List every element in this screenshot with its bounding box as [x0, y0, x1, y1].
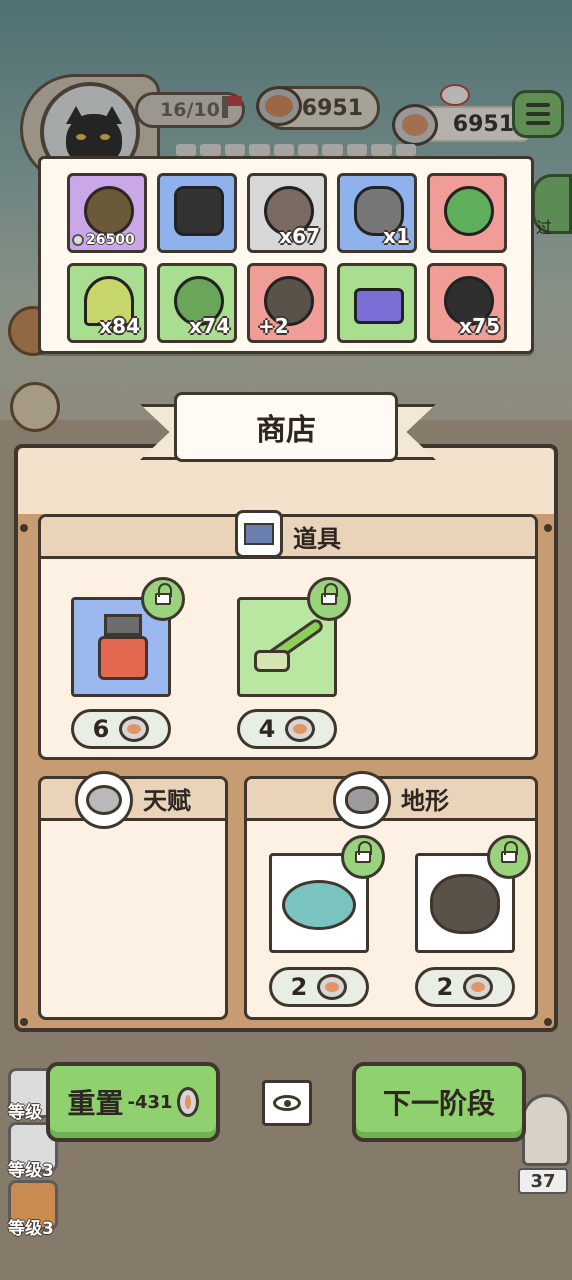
raccoon-icon [75, 770, 133, 829]
reset-button[interactable]: 重置 -431 [46, 1062, 220, 1142]
inventory-grid: 26500 x67 x1 x84 x74 +2 x75 [67, 173, 509, 343]
price-brush[interactable]: 4 [237, 709, 337, 749]
brush-bristles-icon [254, 650, 290, 672]
level-label: 等级 [8, 1103, 42, 1123]
slot-count: x75 [459, 314, 500, 338]
rock-icon [430, 874, 500, 934]
price-rock[interactable]: 2 [415, 967, 515, 1007]
tools-section: 道具 6 4 [38, 509, 538, 760]
unlock-icon[interactable] [141, 577, 185, 621]
shop-title: 商店 [174, 392, 398, 462]
nail-icon [20, 1018, 28, 1026]
inventory-slot-film-reel[interactable]: 26500 [67, 173, 147, 253]
grinder-top-icon [104, 614, 142, 636]
next-stage-label: 下一阶段 [382, 1087, 495, 1120]
talent-section: 天赋 [38, 770, 228, 1020]
can-icon [119, 716, 150, 742]
right-counter-text: 37 [530, 1170, 556, 1192]
right-counter: 37 [518, 1168, 568, 1194]
reset-cost: -431 [127, 1091, 173, 1113]
price-pond[interactable]: 2 [269, 967, 369, 1007]
price-text: 2 [436, 973, 454, 1001]
terrain-section-title: 地形 [401, 787, 449, 815]
unlock-icon[interactable] [307, 577, 351, 621]
coin-icon [72, 234, 84, 246]
nail-icon [544, 1018, 552, 1026]
tools-section-header: 道具 [41, 509, 535, 559]
film-reel-icon [84, 186, 134, 236]
can-icon [285, 716, 316, 742]
unlock-icon[interactable] [487, 835, 531, 879]
inventory-slot-tin-can[interactable]: x1 [337, 173, 417, 253]
slot-count: x1 [383, 224, 410, 248]
talent-section-title: 天赋 [143, 787, 191, 815]
shop-panel: 道具 6 4 天赋 地形 2 2 [14, 444, 558, 1032]
stones-icon [333, 770, 391, 829]
inventory-popup: 26500 x67 x1 x84 x74 +2 x75 [38, 156, 534, 354]
level-label: 等级3 [8, 1161, 54, 1181]
eye-icon [273, 1095, 301, 1111]
slot-count: x84 [99, 314, 140, 338]
price-coffee-grinder[interactable]: 6 [71, 709, 171, 749]
slot-count: x67 [279, 224, 320, 248]
shop-title-text: 商店 [256, 413, 316, 448]
inventory-slot-black-bag[interactable]: x75 [427, 263, 507, 343]
reset-button-label: 重置 [67, 1087, 124, 1120]
slot-count: x74 [189, 314, 230, 338]
terrain-section: 地形 2 2 [244, 770, 538, 1020]
inventory-slot-green-orb[interactable] [427, 173, 507, 253]
nail-icon [20, 524, 28, 532]
terrain-section-header: 地形 [247, 770, 535, 829]
inventory-slot-leaf-bundle[interactable]: x74 [157, 263, 237, 343]
pond-icon [282, 880, 356, 930]
slot-count: +2 [258, 314, 289, 338]
camera-icon [174, 186, 224, 236]
inventory-slot-card[interactable] [337, 263, 417, 343]
can-icon [176, 1087, 199, 1117]
next-stage-button[interactable]: 下一阶段 [352, 1062, 526, 1142]
inventory-slot-tank-machine[interactable]: x67 [247, 173, 327, 253]
nail-icon [544, 524, 552, 532]
inventory-slot-camera[interactable] [157, 173, 237, 253]
price-text: 2 [290, 973, 308, 1001]
inventory-slot-tent[interactable]: x84 [67, 263, 147, 343]
coffee-grinder-icon [98, 636, 148, 680]
basket-icon [235, 509, 283, 558]
level-label: 等级3 [8, 1219, 54, 1239]
green-orb-icon [444, 186, 494, 236]
inventory-slot-gold-rock[interactable]: +2 [247, 263, 327, 343]
can-icon [317, 974, 348, 1000]
unlock-icon[interactable] [341, 835, 385, 879]
slot-price: 26500 [72, 232, 135, 248]
tools-section-title: 道具 [293, 525, 341, 553]
bird-icon[interactable] [522, 1094, 570, 1166]
talent-section-header: 天赋 [41, 770, 225, 829]
view-toggle-button[interactable] [262, 1080, 312, 1126]
card-icon [354, 288, 404, 324]
can-icon [463, 974, 494, 1000]
price-text: 6 [92, 715, 110, 743]
price-text: 4 [258, 715, 276, 743]
